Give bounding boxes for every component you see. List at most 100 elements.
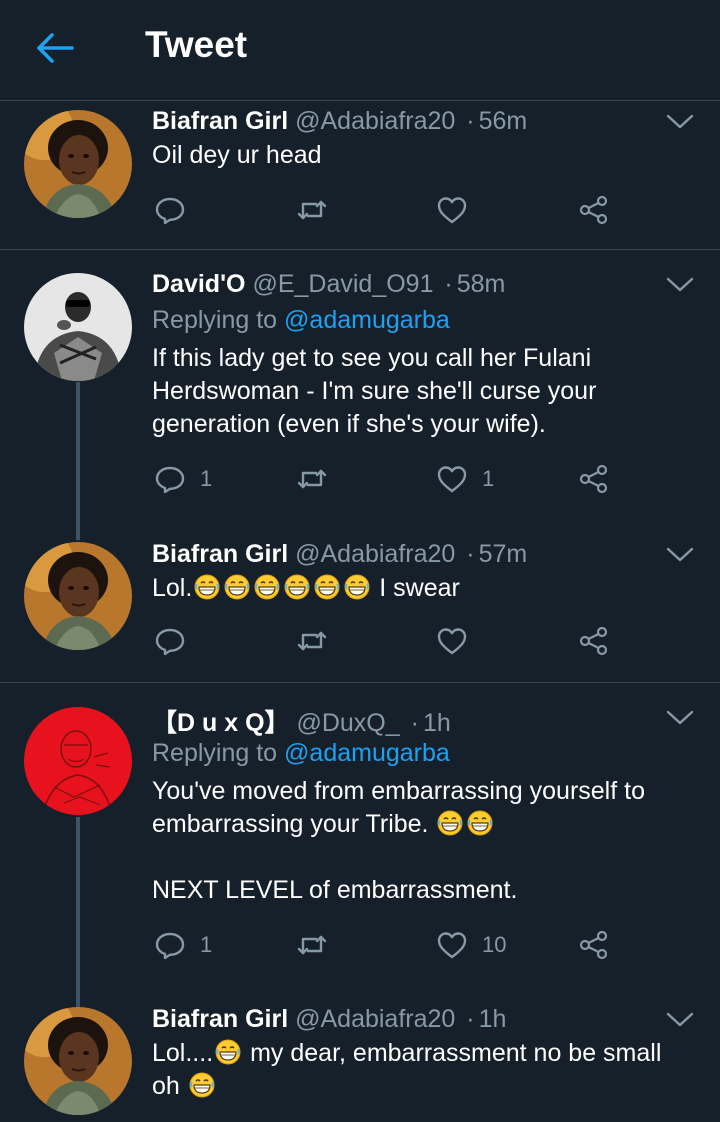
tweet-text-line: NEXT LEVEL of embarrassment. — [152, 876, 518, 904]
grinning-emoji-icon — [194, 574, 220, 600]
tweet-text-line: generation (even if she's your wife). — [152, 410, 546, 438]
author-name[interactable]: Biafran Girl — [152, 540, 288, 568]
replying-to: Replying to @adamugarba — [152, 306, 450, 335]
tweet-item[interactable]: Biafran Girl @Adabiafra20 · 57m Lol. I sw… — [0, 520, 720, 683]
separator-dot: · — [466, 1005, 475, 1033]
reply-icon — [152, 623, 188, 659]
grinning-emoji-icon — [437, 810, 463, 836]
back-button[interactable] — [34, 28, 76, 68]
reply-button[interactable]: 1 — [152, 925, 212, 965]
reply-count: 1 — [200, 932, 213, 957]
heart-icon — [434, 623, 470, 659]
like-button[interactable]: 10 — [434, 925, 506, 965]
tweet-text-line: Oil dey ur head — [152, 141, 322, 169]
chevron-down-icon — [666, 546, 694, 564]
separator-dot: · — [410, 709, 419, 737]
tweet-menu-button[interactable] — [666, 1011, 694, 1029]
tweet-actions: 1 10 — [152, 925, 672, 965]
tweet-text-segment: embarrassing your Tribe. — [152, 810, 429, 838]
tweet-item[interactable]: 【D u x Q】 @DuxQ_ · 1h Replying to @adamug… — [0, 683, 720, 1003]
share-button[interactable] — [576, 459, 612, 499]
like-button[interactable] — [434, 190, 470, 230]
tweet-item[interactable]: Biafran Girl @Adabiafra20 · 1h Lol.... my… — [0, 1003, 720, 1122]
tweet-text-line: oh — [152, 1070, 692, 1103]
text-middle: my dear, embarrassment no be small — [243, 1039, 662, 1067]
avatar[interactable] — [24, 542, 132, 650]
reply-button[interactable] — [152, 621, 188, 661]
avatar[interactable] — [24, 110, 132, 218]
author-handle[interactable]: @Adabiafra20 — [295, 540, 455, 568]
author-name[interactable]: 【D u x Q】 — [152, 709, 290, 737]
share-icon — [576, 623, 612, 659]
share-button[interactable] — [576, 925, 612, 965]
tweet-menu-button[interactable] — [666, 546, 694, 564]
like-count: 10 — [482, 932, 507, 957]
avatar[interactable] — [24, 707, 132, 815]
tweet-text: Lol.... my dear, embarrassment no be sma… — [152, 1037, 692, 1103]
like-button[interactable]: 1 — [434, 459, 494, 499]
grinning-emoji-icon — [467, 810, 493, 836]
replying-to: Replying to @adamugarba — [152, 739, 450, 768]
chevron-down-icon — [666, 709, 694, 727]
reply-button[interactable]: 1 — [152, 459, 212, 499]
reply-count: 1 — [200, 466, 213, 491]
avatar[interactable] — [24, 273, 132, 381]
separator-dot: · — [466, 107, 475, 135]
retweet-button[interactable] — [294, 459, 330, 499]
share-button[interactable] — [576, 190, 612, 230]
page-title: Tweet — [145, 24, 248, 65]
author-handle[interactable]: @DuxQ_ — [296, 709, 399, 737]
text-line2: oh — [152, 1072, 180, 1100]
tweet-actions: 1 1 — [152, 459, 672, 499]
retweet-button[interactable] — [294, 925, 330, 965]
separator-dot: · — [466, 540, 475, 568]
tweet-time: 58m — [456, 270, 506, 298]
tweet-meta: David'O @E_David_O91 · 58m — [152, 270, 505, 299]
share-icon — [576, 927, 612, 963]
tweet-menu-button[interactable] — [666, 709, 694, 727]
author-name[interactable]: Biafran Girl — [152, 107, 288, 135]
tweet-actions — [152, 190, 672, 230]
share-icon — [576, 192, 612, 228]
text-suffix: I swear — [372, 574, 460, 602]
avatar[interactable] — [24, 1007, 132, 1115]
tweet-text: You've moved from embarrassing yourself … — [152, 775, 692, 907]
share-button[interactable] — [576, 621, 612, 661]
heart-icon — [434, 192, 470, 228]
replying-to-label: Replying to — [152, 739, 278, 767]
chevron-down-icon — [666, 1011, 694, 1029]
tweet-menu-button[interactable] — [666, 276, 694, 294]
tweet-time: 57m — [478, 540, 528, 568]
retweet-icon — [294, 623, 330, 659]
mention-link[interactable]: @adamugarba — [284, 306, 450, 334]
tweet-text-line: embarrassing your Tribe. — [152, 808, 692, 841]
like-button[interactable] — [434, 621, 470, 661]
text-prefix: Lol.... — [152, 1039, 214, 1067]
top-bar: Tweet — [0, 0, 720, 101]
author-handle[interactable]: @E_David_O91 — [252, 270, 433, 298]
reply-icon — [152, 192, 188, 228]
reply-button[interactable] — [152, 190, 188, 230]
retweet-button[interactable] — [294, 190, 330, 230]
tweet-text: Oil dey ur head — [152, 139, 692, 172]
author-name[interactable]: Biafran Girl — [152, 1005, 288, 1033]
tweet-text-line: Lol.... my dear, embarrassment no be sma… — [152, 1037, 692, 1070]
author-handle[interactable]: @Adabiafra20 — [295, 107, 455, 135]
author-name[interactable]: David'O — [152, 270, 245, 298]
chevron-down-icon — [666, 276, 694, 294]
arrow-left-icon — [37, 33, 74, 63]
replying-to-label: Replying to — [152, 306, 278, 334]
retweet-icon — [294, 461, 330, 497]
grinning-emoji-icon — [224, 574, 250, 600]
reply-icon — [152, 927, 188, 963]
mention-link[interactable]: @adamugarba — [284, 739, 450, 767]
tweet-menu-button[interactable] — [666, 113, 694, 131]
tweet-item[interactable]: David'O @E_David_O91 · 58m Replying to @a… — [0, 250, 720, 520]
author-handle[interactable]: @Adabiafra20 — [295, 1005, 455, 1033]
retweet-button[interactable] — [294, 621, 330, 661]
tweet-text-line: You've moved from embarrassing yourself … — [152, 777, 645, 805]
heart-icon — [434, 927, 470, 963]
tweet-item[interactable]: Biafran Girl @Adabiafra20 · 56m Oil dey u… — [0, 101, 720, 250]
tweet-text-line: Lol. I swear — [152, 572, 692, 605]
tweet-meta: 【D u x Q】 @DuxQ_ · 1h — [152, 703, 451, 739]
